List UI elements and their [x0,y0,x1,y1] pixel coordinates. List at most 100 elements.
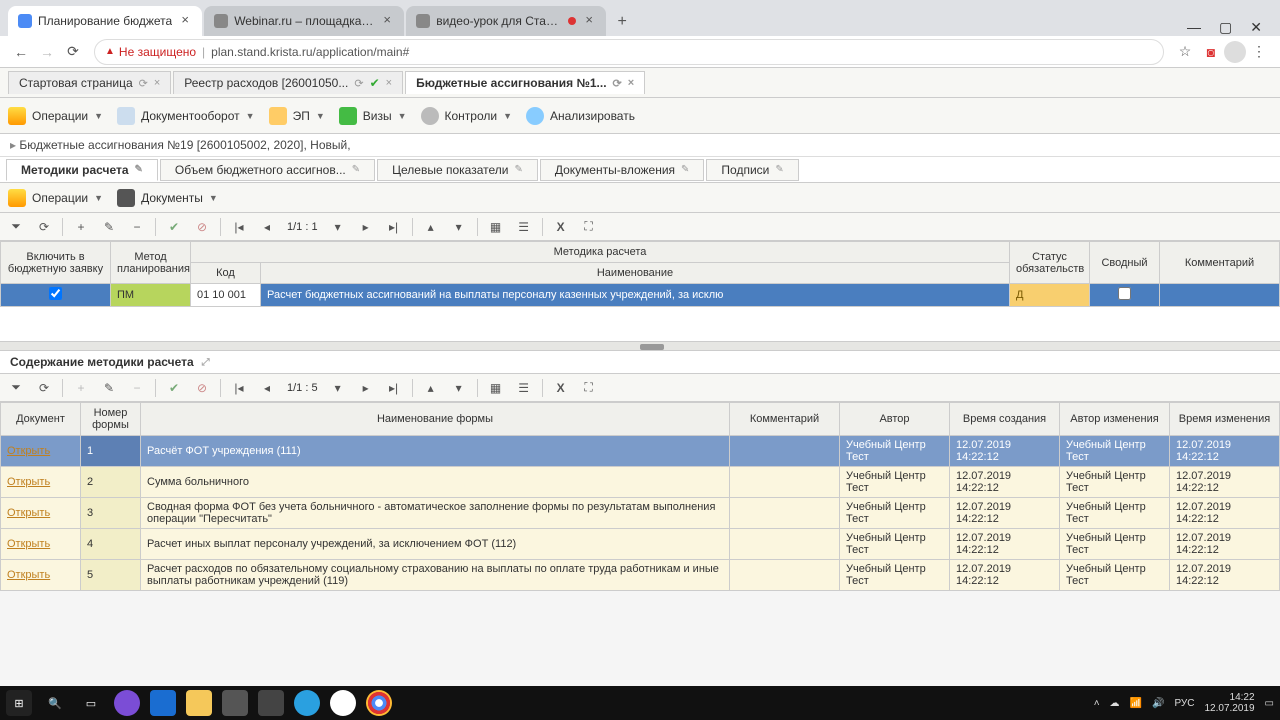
close-icon[interactable]: × [178,14,192,28]
close-icon[interactable]: × [380,14,394,28]
new-tab-button[interactable]: + [608,8,636,36]
col-status[interactable]: Статус обязательств [1010,242,1090,284]
col-modified[interactable]: Время изменения [1170,403,1280,436]
explorer-icon[interactable] [186,690,212,716]
network-icon[interactable]: 📶 [1130,698,1142,709]
col-name[interactable]: Наименование [261,263,1010,284]
back-button[interactable]: ← [8,39,34,65]
open-link[interactable]: Открыть [7,445,50,457]
maximize-icon[interactable]: ▢ [1219,19,1232,36]
lang-indicator[interactable]: РУС [1174,698,1194,709]
edit-icon[interactable]: ✎ [97,377,121,399]
first-icon[interactable]: |◂ [227,216,251,238]
col-comment[interactable]: Комментарий [1160,242,1280,284]
first-icon[interactable]: |◂ [227,377,251,399]
col-comment[interactable]: Комментарий [730,403,840,436]
subtab-volume[interactable]: Объем бюджетного ассигнов...✎ [160,159,375,181]
open-link[interactable]: Открыть [7,476,50,488]
app-tab-budget[interactable]: Бюджетные ассигнования №1... ⟳ × [405,71,645,94]
controls-button[interactable]: Контроли▼ [421,107,513,125]
refresh-icon[interactable]: ⟳ [32,216,56,238]
taskview-icon[interactable]: ▭ [78,690,104,716]
sort-desc-icon[interactable]: ▾ [447,377,471,399]
minimize-icon[interactable]: — [1187,19,1201,36]
table-row[interactable]: ПМ 01 10 001 Расчет бюджетных ассигнован… [1,284,1280,307]
accept-icon[interactable]: ✔ [162,377,186,399]
last-icon[interactable]: ▸| [382,377,406,399]
clear-icon[interactable]: X [549,377,573,399]
close-icon[interactable]: × [582,14,596,28]
refresh-icon[interactable]: ⟳ [354,77,363,90]
cancel-icon[interactable]: ⊘ [190,377,214,399]
col-num[interactable]: Номер формы [81,403,141,436]
grid-icon[interactable]: ▦ [484,377,508,399]
sort-asc-icon[interactable]: ▴ [419,216,443,238]
browser-tab[interactable]: Планирование бюджета × [8,6,202,36]
refresh-icon[interactable]: ⟳ [613,77,622,90]
col-name[interactable]: Наименование формы [141,403,730,436]
operations-button[interactable]: Операции▼ [8,107,103,125]
col-kod[interactable]: Код [191,263,261,284]
documents-button[interactable]: Документы▼ [117,189,218,207]
start-icon[interactable]: ⊞ [6,690,32,716]
table-row[interactable]: Открыть4Расчет иных выплат персоналу учр… [1,529,1280,560]
col-created[interactable]: Время создания [950,403,1060,436]
refresh-icon[interactable]: ⟳ [139,77,148,90]
table-row[interactable]: Открыть2Сумма больничногоУчебный Центр Т… [1,467,1280,498]
search-icon[interactable]: 🔍 [42,690,68,716]
add-icon[interactable]: + [69,216,93,238]
svod-checkbox[interactable] [1118,287,1131,300]
table-row[interactable]: Открыть3Сводная форма ФОТ без учета боль… [1,498,1280,529]
notifications-icon[interactable]: ▭ [1265,698,1274,709]
reload-button[interactable]: ⟳ [60,39,86,65]
analyze-button[interactable]: Анализировать [526,107,635,125]
prev-icon[interactable]: ◂ [255,377,279,399]
profile-icon[interactable] [1224,41,1246,63]
signature-button[interactable]: ЭП▼ [269,107,325,125]
open-link[interactable]: Открыть [7,569,50,581]
last-icon[interactable]: ▸| [382,216,406,238]
operations-button[interactable]: Операции▼ [8,189,103,207]
table-row[interactable]: Открыть5Расчет расходов по обязательному… [1,560,1280,591]
col-methodika[interactable]: Методика расчета [191,242,1010,263]
col-svod[interactable]: Сводный [1090,242,1160,284]
cancel-icon[interactable]: ⊘ [190,216,214,238]
skype-icon[interactable] [294,690,320,716]
prev-icon[interactable]: ◂ [255,216,279,238]
extension-icon[interactable]: ◙ [1198,39,1224,65]
remove-icon[interactable]: − [125,216,149,238]
subtab-targets[interactable]: Целевые показатели✎ [377,159,538,181]
subtab-methods[interactable]: Методики расчета✎ [6,159,158,181]
sort-desc-icon[interactable]: ▾ [447,216,471,238]
expand-icon[interactable]: ⤢ [202,357,210,368]
list-icon[interactable]: ☰ [512,377,536,399]
edit-icon[interactable]: ✎ [97,216,121,238]
forward-button[interactable]: → [34,39,60,65]
grid-icon[interactable]: ▦ [484,216,508,238]
dropdown-icon[interactable]: ▾ [326,216,350,238]
table-row[interactable]: Открыть1Расчёт ФОТ учреждения (111)Учебн… [1,436,1280,467]
filter-icon[interactable]: ⏷ [4,216,28,238]
browser-tab[interactable]: Webinar.ru – площадка для про × [204,6,404,36]
mail-icon[interactable] [258,690,284,716]
volume-icon[interactable]: 🔊 [1152,698,1164,709]
next-icon[interactable]: ▸ [354,216,378,238]
filter-icon[interactable]: ⏷ [4,377,28,399]
close-icon[interactable]: × [386,77,392,89]
onedrive-icon[interactable]: ☁ [1110,698,1120,709]
tray-up-icon[interactable]: ˄ [1094,698,1100,709]
col-include[interactable]: Включить в бюджетную заявку [1,242,111,284]
accept-icon[interactable]: ✔ [162,216,186,238]
yandex-icon[interactable] [330,690,356,716]
list-icon[interactable]: ☰ [512,216,536,238]
expand-icon[interactable]: ⛶ [577,377,601,399]
clear-icon[interactable]: X [549,216,573,238]
close-icon[interactable]: ✕ [1250,19,1262,36]
open-link[interactable]: Открыть [7,507,50,519]
include-checkbox[interactable] [49,287,62,300]
clock[interactable]: 14:22 12.07.2019 [1204,692,1254,714]
app-tab-start[interactable]: Стартовая страница ⟳ × [8,71,171,94]
menu-icon[interactable]: ⋮ [1246,39,1272,65]
chrome-icon[interactable] [366,690,392,716]
app-icon[interactable] [114,690,140,716]
